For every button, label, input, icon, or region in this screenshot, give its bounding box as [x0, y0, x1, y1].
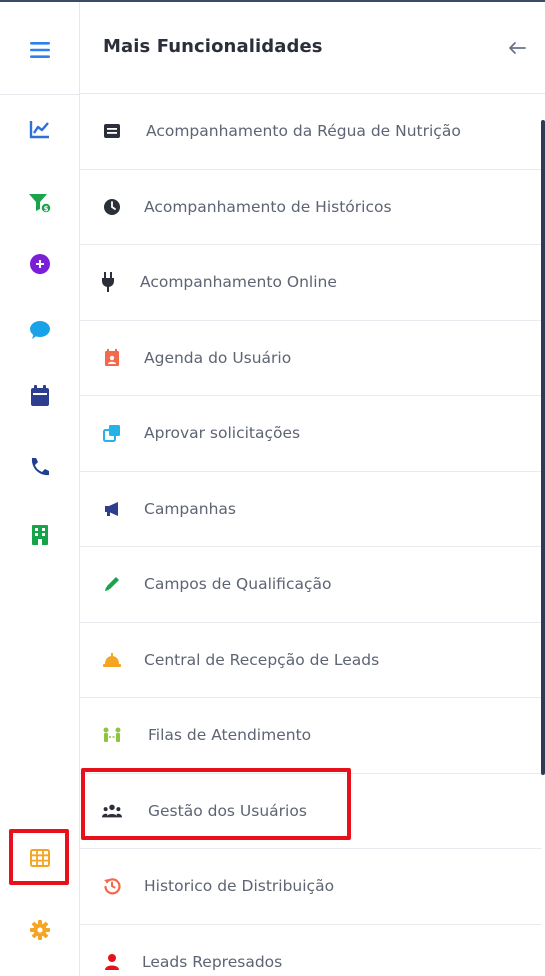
list-item-label: Leads Represados [142, 952, 283, 971]
list-item-label: Filas de Atendimento [148, 726, 312, 745]
list-item[interactable]: Agenda do Usuário [80, 321, 542, 396]
circle-plus-icon[interactable] [20, 244, 60, 284]
svg-text:$: $ [44, 205, 49, 213]
phone-icon[interactable] [20, 447, 60, 487]
gear-icon[interactable] [20, 910, 60, 950]
clock-icon [102, 197, 122, 217]
scrollbar[interactable] [541, 120, 545, 775]
list-item-label: Gestão dos Usuários [148, 801, 307, 820]
funnel-money-icon[interactable]: $ [20, 183, 60, 223]
list-item[interactable]: Acompanhamento da Régua de Nutrição [80, 94, 542, 170]
list-item-label: Campanhas [144, 499, 236, 518]
megaphone-icon [102, 499, 122, 519]
list-item[interactable]: Campanhas [80, 472, 542, 547]
page-title: Mais Funcionalidades [103, 36, 323, 57]
grid-icon[interactable] [20, 838, 60, 878]
list-item[interactable]: Historico de Distribuição [80, 849, 542, 925]
history-icon [102, 876, 122, 896]
panel-header: Mais Funcionalidades [80, 2, 545, 94]
list-item[interactable]: Aprovar solicitações [80, 396, 542, 472]
plug-icon [98, 272, 118, 293]
back-arrow-icon[interactable] [505, 38, 529, 58]
menu-icon[interactable] [20, 30, 60, 70]
copy-icon [102, 423, 122, 443]
bell-service-icon [102, 650, 122, 670]
list-item-label: Acompanhamento Online [140, 273, 337, 292]
list-item-label: Agenda do Usuário [144, 348, 292, 367]
chart-line-icon[interactable] [20, 109, 60, 149]
sidebar-rail: $ [0, 2, 80, 976]
calendar-icon[interactable] [20, 376, 60, 416]
more-features-panel: Mais Funcionalidades Acompanhamento da R… [80, 2, 545, 976]
list-item-label: Historico de Distribuição [144, 877, 335, 896]
list-item[interactable]: Filas de Atendimento [80, 698, 542, 774]
list-item[interactable]: Acompanhamento de Históricos [80, 170, 542, 245]
chat-bubble-icon[interactable] [20, 310, 60, 350]
list-item-label: Campos de Qualificação [144, 575, 332, 594]
list-item[interactable]: Leads Represados [80, 925, 542, 976]
list-item[interactable]: Central de Recepção de Leads [80, 623, 542, 698]
list-item-label: Acompanhamento da Régua de Nutrição [146, 122, 461, 141]
rail-divider [0, 94, 80, 95]
list-item-label: Aprovar solicitações [144, 424, 301, 443]
list-item[interactable]: Acompanhamento Online [80, 245, 542, 321]
list-item[interactable]: Gestão dos Usuários [80, 774, 542, 849]
list-item-label: Acompanhamento de Históricos [144, 197, 392, 216]
list-card-icon [102, 121, 122, 141]
user-icon [102, 952, 122, 972]
list-item[interactable]: Campos de Qualificação [80, 547, 542, 623]
calendar-user-icon [102, 348, 122, 368]
pencil-icon [102, 574, 122, 594]
people-queue-icon [102, 725, 122, 745]
building-icon[interactable] [20, 515, 60, 555]
users-icon [102, 801, 122, 821]
list-item-label: Central de Recepção de Leads [144, 650, 380, 669]
features-list: Acompanhamento da Régua de Nutrição Acom… [80, 94, 542, 976]
